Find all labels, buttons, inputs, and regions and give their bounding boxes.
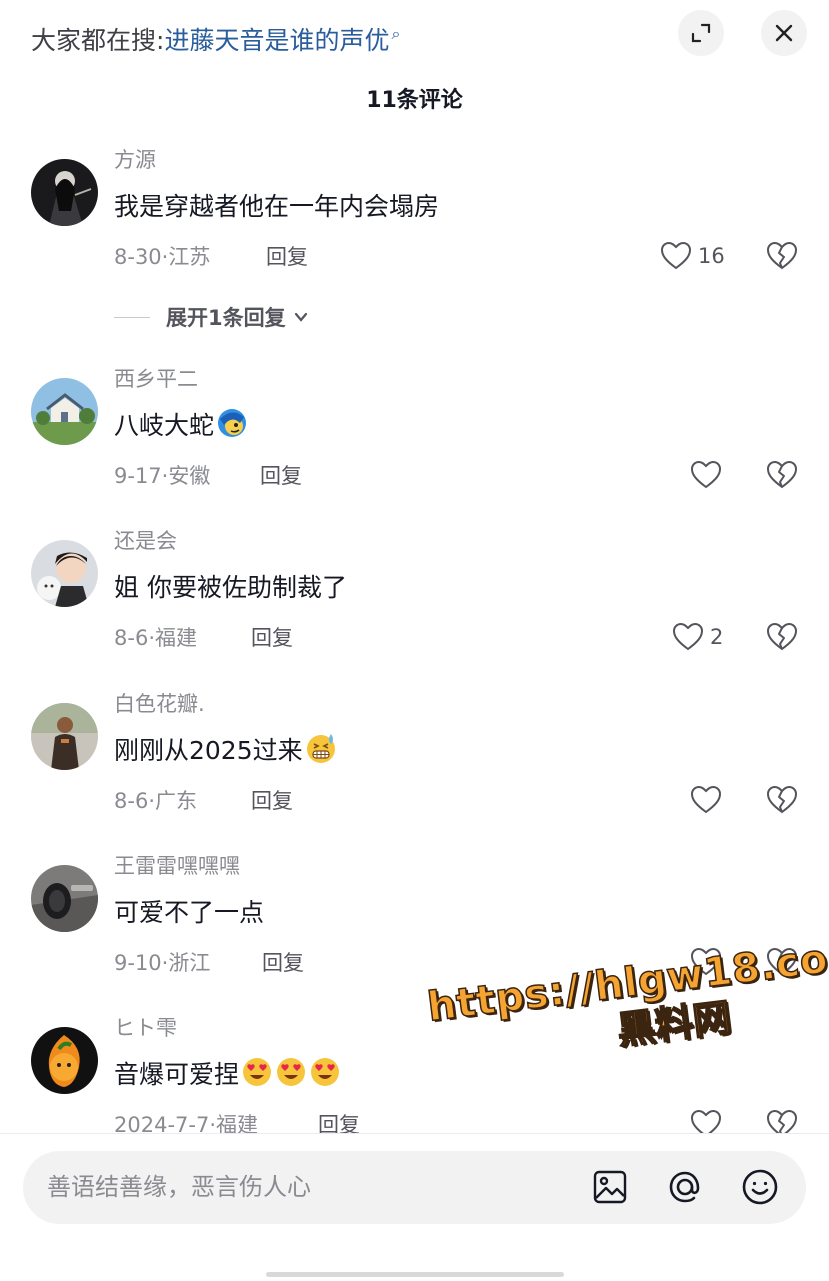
comment-text: 刚刚从2025过来 [114, 731, 337, 771]
expand-icon [691, 23, 711, 43]
comment-text-content: 可爱不了一点 [114, 898, 265, 927]
top-bar: 大家都在搜:进藤天音是谁的声优 ⌕ [0, 0, 829, 70]
home-indicator [266, 1272, 564, 1277]
like-count: 2 [710, 625, 724, 649]
broken-heart-icon [766, 947, 798, 976]
at-icon [669, 1171, 700, 1203]
heart-outline-icon [690, 460, 722, 489]
comment-location: 广东 [155, 789, 197, 813]
close-button[interactable] [761, 10, 807, 56]
close-icon [775, 24, 793, 42]
comment-meta: 9-10·浙江 [114, 948, 210, 978]
comment-date: 8-30 [114, 245, 162, 269]
comment-text: 我是穿越者他在一年内会塌房 [114, 187, 439, 227]
expand-button[interactable] [678, 10, 724, 56]
avatar[interactable] [31, 540, 98, 607]
broken-heart-icon [766, 460, 798, 489]
comment-date: 8-6 [114, 626, 149, 650]
reply-button[interactable]: 回复 [251, 623, 293, 653]
reply-button[interactable]: 回复 [262, 948, 304, 978]
expand-replies-button[interactable]: 展开1条回复 [114, 301, 310, 333]
reply-button[interactable]: 回复 [251, 786, 293, 816]
comment-meta: 8-6·广东 [114, 786, 197, 816]
comment-text-content: 姐 你要被佐助制裁了 [114, 573, 347, 602]
comment-location: 安徽 [168, 464, 211, 488]
smile-emoji-icon [742, 1169, 778, 1205]
comment-date: 8-6 [114, 789, 149, 813]
like-button[interactable]: 16 [660, 235, 725, 277]
comment-text-content: 音爆可爱捏 [114, 1060, 240, 1089]
heart-outline-icon [660, 241, 692, 270]
like-button[interactable] [690, 779, 728, 821]
expand-replies-label: 展开1条回复 [166, 306, 286, 330]
chevron-down-icon [294, 312, 307, 322]
comment-text-content: 刚刚从2025过来 [114, 736, 303, 765]
heart-eyes-emoji [277, 1058, 306, 1086]
username[interactable]: ヒト雫 [114, 1013, 177, 1043]
grimace-sweat-emoji [306, 734, 335, 763]
comment-text: 姐 你要被佐助制裁了 [114, 568, 347, 608]
comment-text: 可爱不了一点 [114, 893, 264, 933]
comment-meta: 8-30·江苏 [114, 242, 210, 272]
comment-count-title: 11条评论 [366, 88, 463, 113]
mention-button[interactable] [665, 1167, 705, 1207]
expand-divider [114, 316, 150, 318]
dislike-button[interactable] [765, 235, 799, 277]
comment-text: 八岐大蛇 [114, 406, 248, 446]
dislike-button[interactable] [765, 779, 799, 821]
dislike-button[interactable] [765, 454, 799, 496]
broken-heart-icon [766, 622, 798, 651]
trending-search-prefix: 大家都在搜: [31, 26, 165, 55]
heart-outline-icon [672, 622, 704, 651]
avatar[interactable] [31, 1027, 98, 1094]
trending-search-term[interactable]: 进藤天音是谁的声优 [164, 26, 389, 55]
broken-heart-icon [766, 241, 798, 270]
image-button[interactable] [590, 1167, 630, 1207]
avatar[interactable] [31, 159, 98, 226]
meta-separator: · [148, 626, 155, 650]
comment-input[interactable]: 善语结善缘，恶言伤人心 [23, 1151, 806, 1224]
broken-heart-icon [766, 785, 798, 814]
like-button[interactable] [690, 454, 728, 496]
meta-separator: · [148, 789, 155, 813]
comment-meta: 9-17·安徽 [114, 461, 210, 491]
comment-text-content: 我是穿越者他在一年内会塌房 [114, 192, 440, 221]
trending-search-hint[interactable]: 大家都在搜:进藤天音是谁的声优 ⌕ [31, 14, 400, 61]
comment-text: 音爆可爱捏 [114, 1055, 341, 1095]
username[interactable]: 还是会 [114, 526, 177, 556]
comment-date: 9-10 [114, 951, 162, 975]
reply-button[interactable]: 回复 [266, 242, 308, 272]
watermark-site-name: 黑料网 [614, 994, 734, 1053]
comment-input-placeholder: 善语结善缘，恶言伤人心 [47, 1173, 311, 1201]
blue-hair-face-emoji [218, 409, 247, 437]
dislike-button[interactable] [765, 941, 799, 983]
image-icon [593, 1170, 627, 1204]
comment-meta: 8-6·福建 [114, 623, 197, 653]
comment-date: 9-17 [114, 464, 162, 488]
like-count: 16 [698, 244, 725, 268]
username[interactable]: 西乡平二 [114, 364, 198, 394]
heart-outline-icon [690, 947, 722, 976]
dislike-button[interactable] [765, 616, 799, 658]
heart-outline-icon [690, 785, 722, 814]
avatar[interactable] [31, 378, 98, 445]
emoji-button[interactable] [740, 1167, 780, 1207]
heart-eyes-emoji [311, 1058, 340, 1086]
username[interactable]: 白色花瓣. [114, 689, 205, 719]
username[interactable]: 方源 [114, 145, 156, 175]
search-icon: ⌕ [391, 24, 401, 43]
heart-eyes-emoji [243, 1058, 272, 1086]
avatar[interactable] [31, 703, 98, 770]
reply-button[interactable]: 回复 [260, 461, 302, 491]
comment-location: 福建 [155, 626, 197, 650]
comment-input-bar: 善语结善缘，恶言伤人心 [0, 1133, 829, 1281]
comment-text-content: 八岐大蛇 [114, 411, 215, 440]
like-button[interactable] [690, 941, 728, 983]
username[interactable]: 王雷雷嘿嘿嘿 [114, 851, 240, 881]
avatar[interactable] [31, 865, 98, 932]
like-button[interactable]: 2 [672, 616, 723, 658]
comment-location: 江苏 [168, 245, 211, 269]
comment-location: 浙江 [168, 951, 211, 975]
